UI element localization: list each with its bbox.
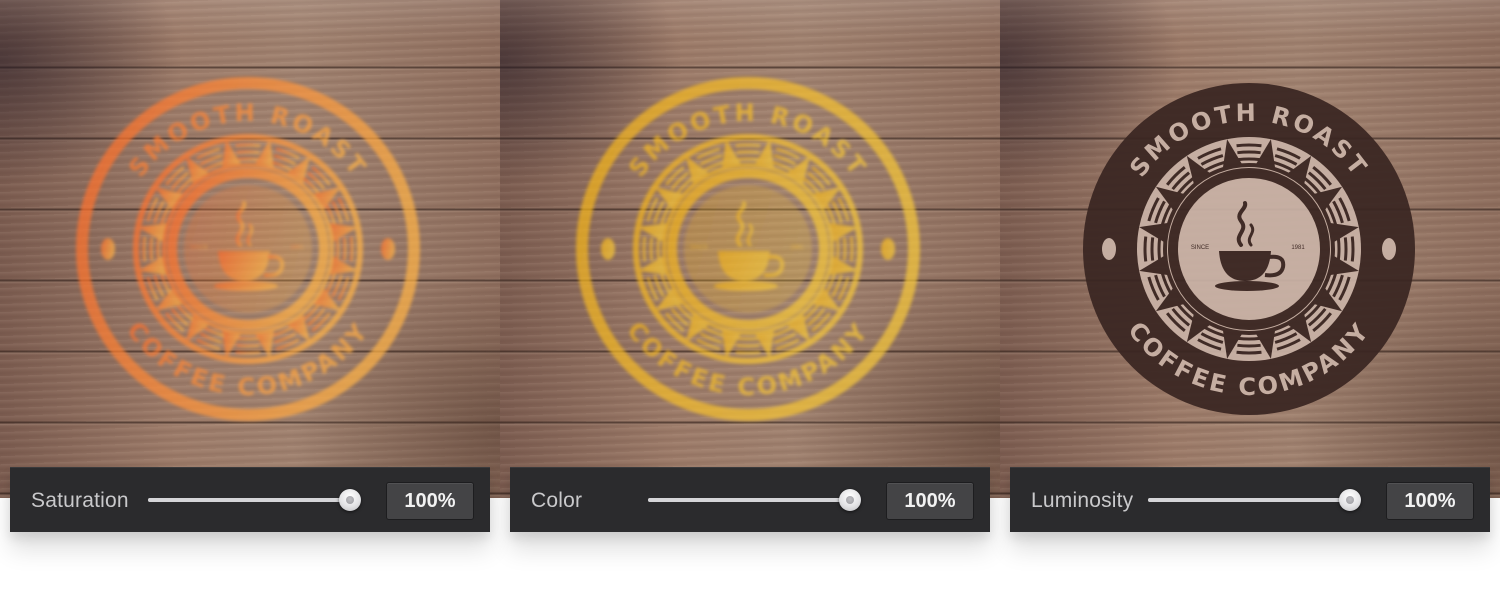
blend-mode-label: Luminosity (1031, 489, 1134, 512)
coffee-bean-icon (881, 238, 895, 260)
coffee-bean-icon (601, 238, 615, 260)
coffee-bean-icon (101, 238, 115, 260)
coffee-logo: SMOOTH ROASTCOFFEE COMPANYSINCE 1981 (1083, 83, 1415, 415)
coffee-bean-icon (1382, 238, 1396, 260)
blend-toolbar: Saturation 100% (10, 467, 490, 532)
since-label: SINCE (690, 245, 708, 251)
blend-toolbar: Luminosity 100% (1010, 467, 1490, 532)
coffee-bean-icon (1102, 238, 1116, 260)
slider-fill (1148, 498, 1352, 502)
logo-artwork: SMOOTH ROASTCOFFEE COMPANYSINCE 1981 (576, 77, 920, 421)
coffee-logo: SMOOTH ROASTCOFFEE COMPANYSINCE 1981 (76, 77, 420, 421)
slider-knob[interactable] (839, 489, 861, 511)
opacity-value-field[interactable]: 100% (386, 482, 474, 520)
opacity-value-field[interactable]: 100% (1386, 482, 1474, 520)
logo-artwork: SMOOTH ROASTCOFFEE COMPANYSINCE 1981 (76, 77, 420, 421)
since-year: 1981 (790, 245, 804, 251)
slider-fill (148, 498, 352, 502)
opacity-slider[interactable] (648, 489, 861, 511)
since-label: SINCE (1191, 245, 1209, 251)
blend-mode-comparison: SMOOTH ROAST COFFEE COMPANY SINCE 1981 Satu… (0, 0, 1500, 602)
since-label: SINCE (190, 245, 208, 251)
slider-knob[interactable] (1339, 489, 1361, 511)
blend-mode-label: Saturation (31, 489, 129, 512)
slider-fill (648, 498, 852, 502)
since-year: 1981 (1291, 245, 1305, 251)
panel-color: SMOOTH ROAST COFFEE COMPANY SINCE 1981 Colo… (500, 0, 1000, 602)
blend-mode-label: Color (531, 489, 583, 512)
panel-luminosity: SMOOTH ROAST COFFEE COMPANY SINCE 1981 Lumi… (1000, 0, 1500, 602)
opacity-slider[interactable] (1148, 489, 1361, 511)
since-year: 1981 (290, 245, 304, 251)
coffee-logo: SMOOTH ROASTCOFFEE COMPANYSINCE 1981 (576, 77, 920, 421)
opacity-value-field[interactable]: 100% (886, 482, 974, 520)
slider-knob[interactable] (339, 489, 361, 511)
logo-artwork: SMOOTH ROASTCOFFEE COMPANYSINCE 1981 (1083, 83, 1415, 415)
blend-toolbar: Color 100% (510, 467, 990, 532)
opacity-slider[interactable] (148, 489, 361, 511)
coffee-bean-icon (381, 238, 395, 260)
panel-saturation: SMOOTH ROAST COFFEE COMPANY SINCE 1981 Satu… (0, 0, 500, 602)
